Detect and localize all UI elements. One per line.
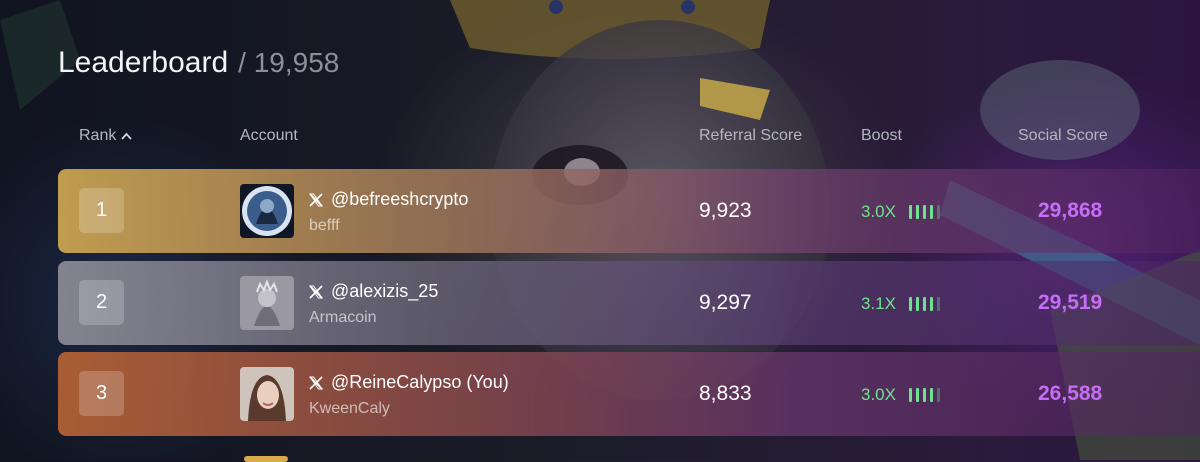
boost-level-bars: [908, 388, 940, 402]
participant-count: / 19,958: [238, 47, 340, 78]
boost-bar: [929, 388, 933, 402]
account-display-name: Armacoin: [309, 309, 377, 326]
account-column-header: Account: [240, 127, 298, 144]
social-score: 29,868: [1038, 199, 1103, 222]
boost-bar: [929, 297, 933, 311]
leaderboard-heading: Leaderboard / 19,958: [58, 46, 339, 80]
account-handle: @befreeshcrypto: [331, 189, 469, 209]
social-score: 26,588: [1038, 382, 1103, 405]
account-handle-line[interactable]: @alexizis_25: [309, 281, 438, 302]
boost-value: 3.1X: [861, 294, 896, 313]
boost-bar: [915, 205, 919, 219]
rank-header-label: Rank: [79, 127, 117, 144]
boost-bar: [915, 388, 919, 402]
account-handle-line[interactable]: @ReineCalypso (You): [309, 372, 509, 393]
referral-score: 9,297: [699, 291, 752, 314]
rank-badge: 2: [79, 280, 124, 325]
boost-bar: [915, 297, 919, 311]
leaderboard-row[interactable]: 1 @befreeshcrypto befff 9,923 3.0X 29,86…: [58, 169, 1200, 253]
rank-badge: 1: [79, 188, 124, 233]
boost-column-header: Boost: [861, 127, 902, 144]
leaderboard-row[interactable]: 2 @alexizis_25 Armacoin 9,297 3.1X 29,51…: [58, 261, 1200, 345]
x-logo-icon: [309, 192, 323, 207]
account-display-name: befff: [309, 217, 340, 234]
account-display-name: KweenCaly: [309, 400, 390, 417]
referral-score: 8,833: [699, 382, 752, 405]
boost-cell: 3.0X: [861, 385, 940, 405]
next-row-avatar-peek: [244, 456, 288, 462]
social-score-column-header: Social Score: [1018, 127, 1108, 144]
boost-value: 3.0X: [861, 385, 896, 404]
account-handle-line[interactable]: @befreeshcrypto: [309, 189, 468, 210]
leaderboard-row-current-user[interactable]: 3 @ReineCalypso (You) KweenCaly 8,833 3.…: [58, 352, 1200, 436]
boost-cell: 3.1X: [861, 294, 940, 314]
avatar: [240, 276, 294, 330]
boost-bar: [929, 205, 933, 219]
boost-bar: [922, 297, 926, 311]
rank-badge: 3: [79, 371, 124, 416]
social-score: 29,519: [1038, 291, 1103, 314]
boost-bar: [922, 388, 926, 402]
boost-bar: [908, 205, 912, 219]
boost-value: 3.0X: [861, 202, 896, 221]
account-handle: @alexizis_25: [331, 281, 439, 301]
referral-score-column-header: Referral Score: [699, 127, 803, 144]
boost-level-bars: [908, 205, 940, 219]
avatar: [240, 367, 294, 421]
boost-bar: [936, 388, 940, 402]
chevron-up-icon: [121, 132, 133, 140]
rank-column-header[interactable]: Rank: [79, 127, 133, 145]
boost-bar: [922, 205, 926, 219]
account-handle: @ReineCalypso (You): [331, 372, 509, 392]
boost-cell: 3.0X: [861, 202, 940, 222]
referral-score: 9,923: [699, 199, 752, 222]
x-logo-icon: [309, 284, 323, 299]
boost-bar: [908, 297, 912, 311]
boost-bar: [936, 205, 940, 219]
boost-bar: [936, 297, 940, 311]
boost-bar: [908, 388, 912, 402]
page-title: Leaderboard: [58, 46, 229, 79]
boost-level-bars: [908, 297, 940, 311]
x-logo-icon: [309, 375, 323, 390]
avatar: [240, 184, 294, 238]
